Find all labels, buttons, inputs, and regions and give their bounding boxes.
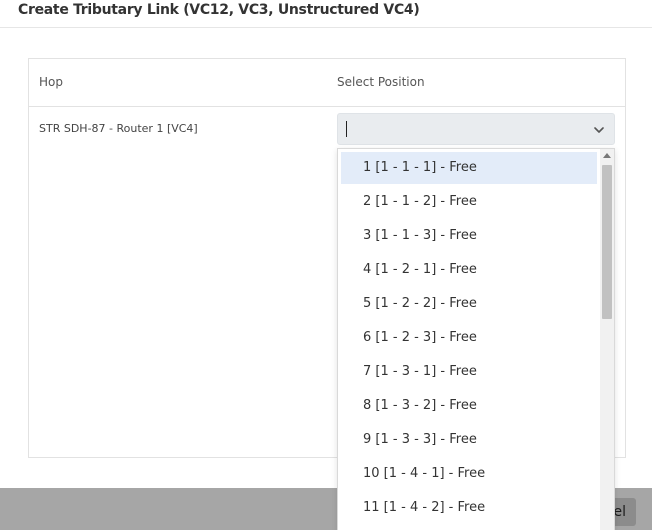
dropdown-option[interactable]: 5 [1 - 2 - 2] - Free	[341, 288, 597, 320]
dropdown-option[interactable]: 3 [1 - 1 - 3] - Free	[341, 220, 597, 252]
dropdown-option[interactable]: 7 [1 - 3 - 1] - Free	[341, 356, 597, 388]
dropdown-option[interactable]: 9 [1 - 3 - 3] - Free	[341, 424, 597, 456]
text-cursor	[346, 121, 347, 137]
dropdown-option[interactable]: 2 [1 - 1 - 2] - Free	[341, 186, 597, 218]
scroll-up-arrow-icon[interactable]	[603, 153, 611, 158]
dropdown-scrollbar[interactable]	[600, 149, 614, 530]
dropdown-option[interactable]: 11 [1 - 4 - 2] - Free	[341, 492, 597, 524]
column-header-select-position: Select Position	[337, 75, 425, 89]
hop-cell: STR SDH-87 - Router 1 [VC4]	[39, 122, 198, 135]
dropdown-option[interactable]: 8 [1 - 3 - 2] - Free	[341, 390, 597, 422]
position-dropdown-list[interactable]: 1 [1 - 1 - 1] - Free 2 [1 - 1 - 2] - Fre…	[337, 148, 615, 530]
scrollbar-thumb[interactable]	[602, 165, 612, 319]
position-select[interactable]	[337, 113, 615, 145]
modal-title: Create Tributary Link (VC12, VC3, Unstru…	[18, 2, 420, 18]
dropdown-option[interactable]: 1 [1 - 1 - 1] - Free	[341, 152, 597, 184]
modal-header: Create Tributary Link (VC12, VC3, Unstru…	[0, 0, 652, 28]
column-header-hop: Hop	[39, 75, 63, 89]
dropdown-option[interactable]: 6 [1 - 2 - 3] - Free	[341, 322, 597, 354]
dropdown-option[interactable]: 4 [1 - 2 - 1] - Free	[341, 254, 597, 286]
dropdown-option[interactable]: 10 [1 - 4 - 1] - Free	[341, 458, 597, 490]
table-header: Hop Select Position	[29, 59, 625, 107]
chevron-down-icon[interactable]	[592, 123, 606, 137]
